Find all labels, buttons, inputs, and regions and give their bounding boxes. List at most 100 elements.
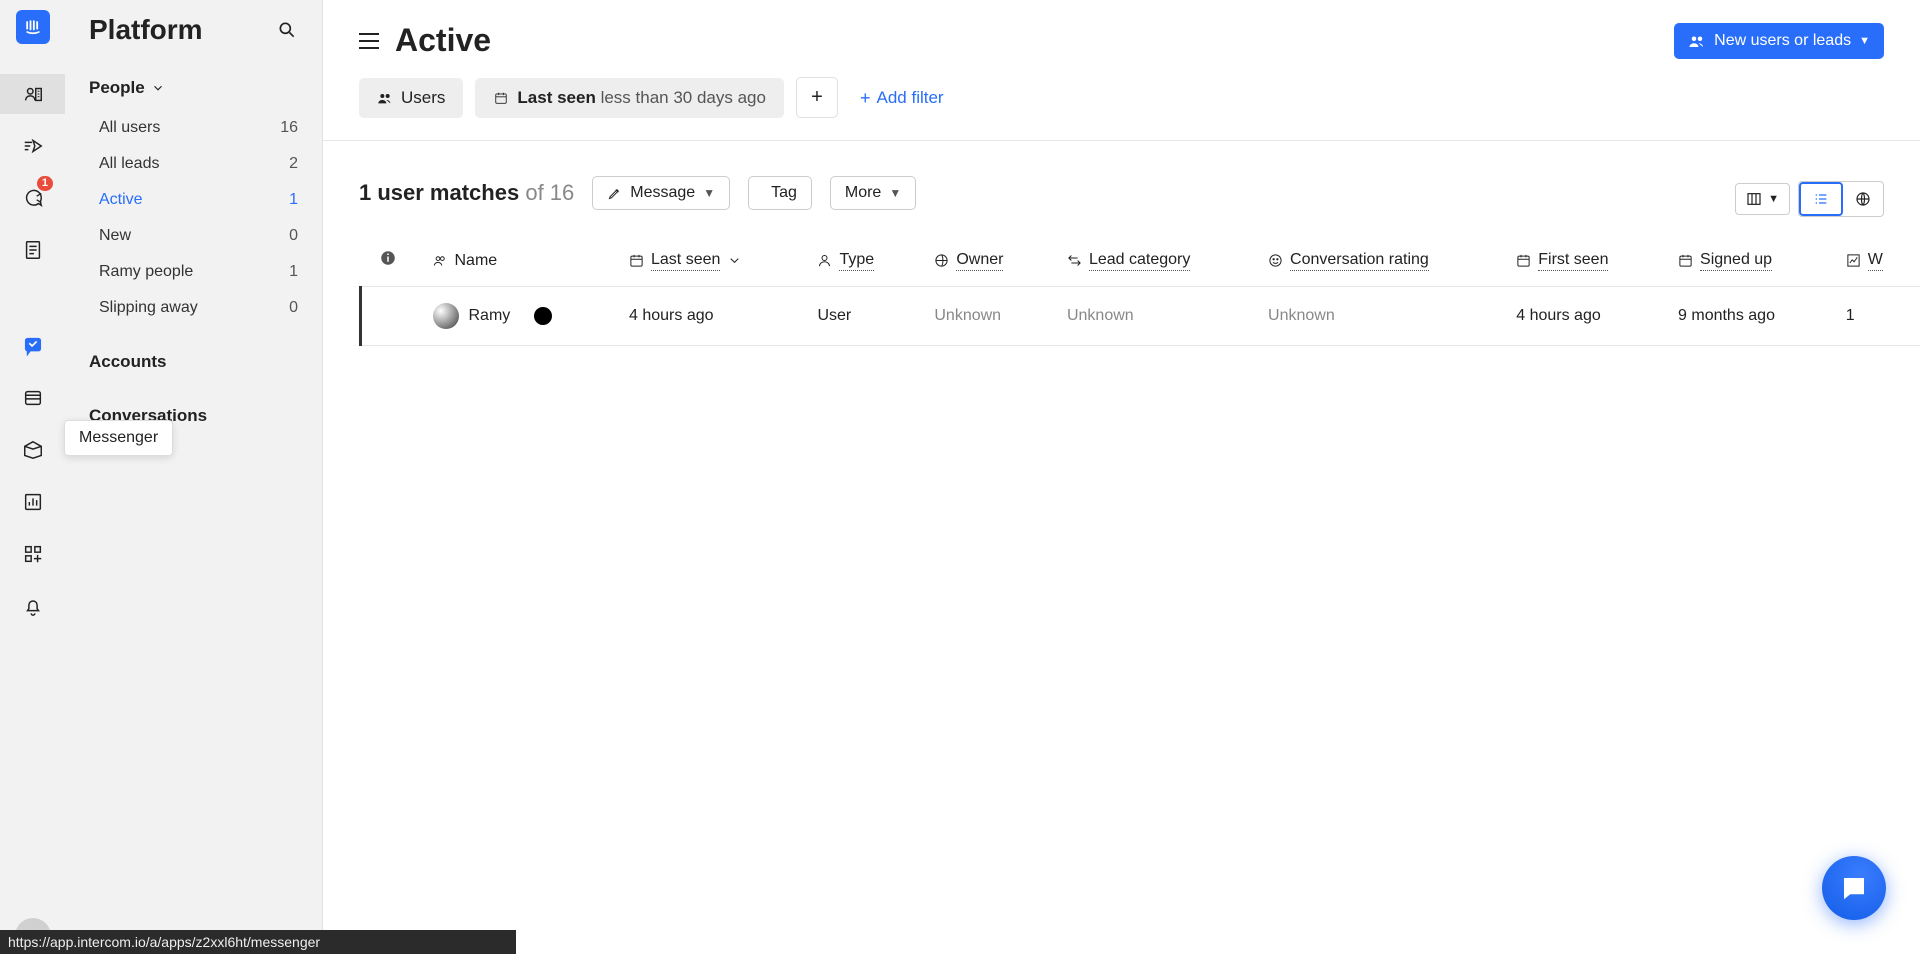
- messenger-icon: [22, 335, 44, 357]
- secondary-sidebar: Platform People All users 16 All leads 2: [65, 0, 323, 954]
- column-label: W: [1868, 251, 1883, 271]
- plus-icon: +: [811, 86, 823, 109]
- smiley-icon: [1268, 253, 1283, 268]
- filter-chip-last-seen[interactable]: Last seen less than 30 days ago: [475, 78, 784, 118]
- sidebar-item-ramy-people[interactable]: Ramy people 1: [65, 254, 322, 290]
- plus-icon: +: [860, 89, 871, 107]
- swap-icon: [1067, 253, 1082, 268]
- sidebar-item-all-leads[interactable]: All leads 2: [65, 146, 322, 182]
- sidebar-item-slipping-away[interactable]: Slipping away 0: [65, 290, 322, 326]
- table-row[interactable]: Ramy 4 hours ago User Unknown Unknown Un…: [361, 287, 1920, 346]
- column-conversation-rating[interactable]: Conversation rating: [1250, 235, 1498, 287]
- view-list-button[interactable]: [1799, 182, 1843, 216]
- column-type[interactable]: Type: [799, 235, 916, 287]
- sidebar-item-active[interactable]: Active 1: [65, 182, 322, 218]
- calendar-icon: [1516, 253, 1531, 268]
- calendar-icon: [493, 91, 509, 105]
- conversations-badge: 1: [37, 176, 53, 191]
- article-icon: [22, 239, 44, 261]
- rail-item-articles[interactable]: [0, 230, 65, 270]
- rail-item-messenger[interactable]: [0, 326, 65, 366]
- chat-fab[interactable]: [1822, 856, 1886, 920]
- sidebar-search-button[interactable]: [272, 15, 302, 45]
- users-icon: [433, 253, 448, 268]
- column-label: Type: [839, 251, 874, 271]
- send-icon: [22, 135, 44, 157]
- page-title: Active: [395, 22, 491, 59]
- row-name: Ramy: [469, 307, 511, 325]
- users-table-wrap[interactable]: Name Last seen: [323, 225, 1920, 954]
- add-filter-link[interactable]: + Add filter: [850, 88, 944, 108]
- segment-menu-button[interactable]: [359, 33, 379, 49]
- filter-chip-last-seen-value: less than 30 days ago: [601, 88, 766, 107]
- row-type: User: [799, 287, 916, 346]
- globe-icon: [1855, 191, 1871, 207]
- row-avatar: [433, 303, 459, 329]
- column-first-seen[interactable]: First seen: [1498, 235, 1660, 287]
- columns-icon: [1746, 191, 1762, 207]
- brand-logo[interactable]: [16, 10, 50, 44]
- row-owner: Unknown: [916, 287, 1049, 346]
- sidebar-item-label: New: [99, 227, 131, 245]
- row-signed-up: 9 months ago: [1660, 287, 1828, 346]
- rail-item-outbound[interactable]: [0, 126, 65, 166]
- add-filter-label: Add filter: [877, 88, 944, 108]
- sidebar-section-accounts-label: Accounts: [89, 352, 166, 372]
- nav-rail: 1: [0, 0, 65, 954]
- inbox-icon: [22, 439, 44, 461]
- users-icon: [377, 91, 393, 105]
- row-conversation-rating: Unknown: [1250, 287, 1498, 346]
- users-icon: [1688, 34, 1706, 48]
- rail-item-notifications[interactable]: [0, 586, 65, 626]
- rail-item-reports[interactable]: [0, 482, 65, 522]
- row-lead-category: Unknown: [1049, 287, 1250, 346]
- filter-add-chip-button[interactable]: +: [796, 77, 838, 118]
- column-label: Conversation rating: [1290, 251, 1429, 271]
- status-bar-url: https://app.intercom.io/a/apps/z2xxl6ht/…: [0, 930, 516, 954]
- sidebar-item-label: All leads: [99, 155, 159, 173]
- filter-chip-users[interactable]: Users: [359, 78, 463, 118]
- column-label: Lead category: [1089, 251, 1190, 271]
- sidebar-item-count: 1: [289, 191, 298, 209]
- filter-chip-last-seen-label: Last seen: [517, 88, 595, 107]
- book-icon: [22, 387, 44, 409]
- sidebar-section-people[interactable]: People: [65, 68, 322, 108]
- chart-icon: [22, 491, 44, 513]
- calendar-icon: [629, 253, 644, 268]
- rail-item-apps[interactable]: [0, 534, 65, 574]
- tag-button[interactable]: Tag: [748, 176, 812, 210]
- users-table: Name Last seen: [359, 235, 1920, 346]
- info-icon: [379, 249, 397, 267]
- new-button-label: New users or leads: [1714, 32, 1851, 50]
- column-info[interactable]: [361, 235, 415, 287]
- chat-icon[interactable]: [534, 307, 552, 325]
- main-content: Active New users or leads ▼ Users: [323, 0, 1920, 954]
- view-map-button[interactable]: [1843, 182, 1883, 216]
- sidebar-item-all-users[interactable]: All users 16: [65, 110, 322, 146]
- caret-down-icon: ▼: [1859, 35, 1870, 47]
- sidebar-section-accounts[interactable]: Accounts: [65, 342, 322, 382]
- columns-button[interactable]: ▼: [1735, 183, 1790, 215]
- sidebar-item-new[interactable]: New 0: [65, 218, 322, 254]
- rail-item-inbox[interactable]: [0, 430, 65, 470]
- list-icon: [1813, 191, 1829, 207]
- rail-item-conversations[interactable]: 1: [0, 178, 65, 218]
- column-last-seen[interactable]: Last seen: [611, 235, 799, 287]
- message-button[interactable]: Message ▼: [592, 176, 730, 210]
- rail-tooltip: Messenger: [64, 420, 173, 456]
- rail-item-platform[interactable]: [0, 74, 65, 114]
- column-signed-up[interactable]: Signed up: [1660, 235, 1828, 287]
- column-owner[interactable]: Owner: [916, 235, 1049, 287]
- column-label: Name: [455, 252, 498, 270]
- more-button[interactable]: More ▼: [830, 176, 916, 210]
- column-web-sessions[interactable]: W: [1828, 235, 1920, 287]
- conversation-icon: [22, 187, 44, 209]
- caret-down-icon: ▼: [1768, 193, 1779, 205]
- new-users-leads-button[interactable]: New users or leads ▼: [1674, 23, 1884, 59]
- chart-line-icon: [1846, 253, 1861, 268]
- tag-button-label: Tag: [771, 184, 797, 202]
- sidebar-item-count: 1: [289, 263, 298, 281]
- rail-item-operator[interactable]: [0, 378, 65, 418]
- column-lead-category[interactable]: Lead category: [1049, 235, 1250, 287]
- column-name[interactable]: Name: [415, 235, 612, 287]
